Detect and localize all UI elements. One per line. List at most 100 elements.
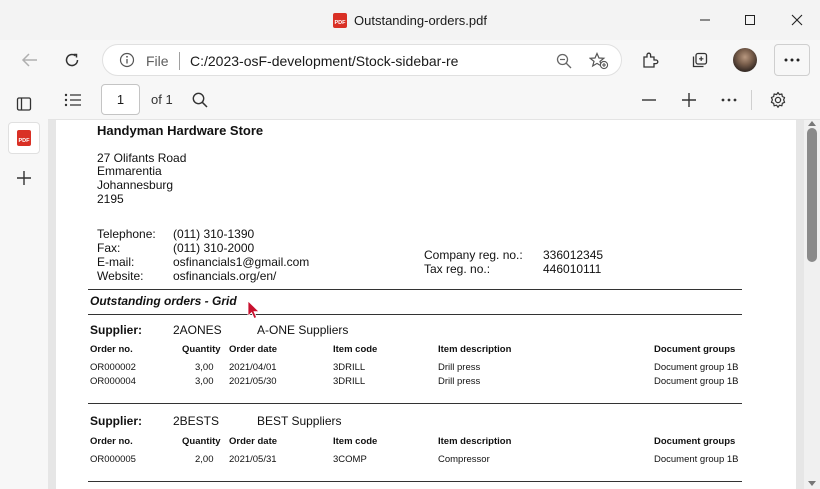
company-reg-value: 336012345	[543, 248, 604, 262]
order-no-cell: OR000004	[90, 376, 136, 387]
add-favorite-icon[interactable]	[588, 52, 609, 75]
gear-icon[interactable]	[766, 88, 790, 112]
zoom-in-button[interactable]	[677, 88, 701, 112]
tab-actions-icon[interactable]	[8, 88, 40, 120]
tax-reg-label: Tax reg. no.:	[424, 262, 491, 276]
document-group-cell: Document group 1B	[654, 376, 739, 387]
vertical-scrollbar[interactable]	[804, 120, 820, 489]
fax-value: (011) 310-2000	[173, 241, 255, 255]
scroll-up-arrow-icon[interactable]	[808, 120, 816, 126]
url-text[interactable]: C:/2023-osF-development/Stock-sidebar-re…	[190, 53, 458, 69]
col-order-date: Order date	[229, 344, 278, 355]
table-of-contents-icon[interactable]	[61, 88, 85, 112]
col-order-date: Order date	[229, 436, 278, 447]
address-bar[interactable]: File C:/2023-osF-development/Stock-sideb…	[102, 44, 622, 76]
divider-line	[88, 403, 742, 404]
close-window-button[interactable]	[774, 0, 820, 40]
col-item-code: Item code	[333, 436, 378, 447]
supplier-name: BEST Suppliers	[257, 414, 342, 428]
file-scheme-label: File	[146, 53, 169, 69]
item-description-cell: Drill press	[438, 376, 481, 387]
telephone-label: Telephone:	[97, 227, 156, 241]
back-button[interactable]	[14, 44, 46, 76]
browser-toolbar: File C:/2023-osF-development/Stock-sideb…	[0, 40, 820, 80]
supplier-name: A-ONE Suppliers	[257, 323, 349, 337]
order-date-cell: 2021/05/30	[229, 376, 277, 387]
order-no-cell: OR000005	[90, 454, 136, 465]
supplier-label: Supplier:	[90, 323, 143, 337]
tab-pdf-document[interactable]: PDF	[8, 122, 40, 154]
item-description-cell: Compressor	[438, 454, 490, 465]
telephone-value: (011) 310-1390	[173, 227, 255, 241]
extensions-icon[interactable]	[634, 44, 666, 76]
email-label: E-mail:	[97, 255, 135, 269]
toolbar-divider	[751, 90, 752, 110]
col-item-description: Item description	[438, 344, 512, 355]
fax-label: Fax:	[97, 241, 121, 255]
page-total-label: of 1	[151, 92, 173, 107]
col-order-no: Order no.	[90, 344, 133, 355]
col-document-groups: Document groups	[654, 344, 736, 355]
vertical-tab-sidebar: PDF	[0, 80, 48, 489]
divider-line	[88, 314, 742, 315]
refresh-button[interactable]	[56, 44, 88, 76]
quantity-cell: 2,00	[195, 454, 214, 465]
website-value: osfinancials.org/en/	[173, 269, 277, 283]
address-line: 27 Olifants Road	[97, 151, 187, 165]
company-reg-label: Company reg. no.:	[424, 248, 523, 262]
info-icon[interactable]	[119, 52, 135, 73]
company-name: Handyman Hardware Store	[97, 123, 264, 138]
item-code-cell: 3DRILL	[333, 376, 366, 387]
maximize-button[interactable]	[727, 0, 773, 40]
new-tab-button[interactable]	[8, 162, 40, 194]
address-divider	[179, 52, 180, 70]
title-bar: PDF Outstanding-orders.pdf	[0, 0, 820, 40]
minimize-button[interactable]	[682, 0, 728, 40]
order-no-cell: OR000002	[90, 362, 136, 373]
tax-reg-value: 446010111	[543, 262, 602, 276]
search-icon[interactable]	[188, 88, 212, 112]
supplier-code: 2AONES	[173, 323, 222, 337]
pdf-page: Handyman Hardware Store 27 Olifants Road…	[56, 120, 796, 489]
order-date-cell: 2021/05/31	[229, 454, 277, 465]
supplier-code: 2BESTS	[173, 414, 220, 428]
website-label: Website:	[97, 269, 144, 283]
item-code-cell: 3DRILL	[333, 362, 366, 373]
pdf-viewer[interactable]: Handyman Hardware Store 27 Olifants Road…	[48, 120, 804, 489]
page-number-input[interactable]: 1	[101, 84, 140, 115]
pdf-tab-icon: PDF	[17, 130, 31, 146]
settings-more-button[interactable]	[774, 44, 810, 76]
col-document-groups: Document groups	[654, 436, 736, 447]
email-value: osfinancials1@gmail.com	[173, 255, 310, 269]
col-item-code: Item code	[333, 344, 378, 355]
col-quantity: Quantity	[182, 344, 221, 355]
col-quantity: Quantity	[182, 436, 221, 447]
zoom-out-button[interactable]	[637, 88, 661, 112]
document-group-cell: Document group 1B	[654, 362, 739, 373]
more-options-icon[interactable]	[717, 88, 741, 112]
scrollbar-thumb[interactable]	[807, 128, 817, 262]
document-group-cell: Document group 1B	[654, 454, 739, 465]
divider-line	[88, 289, 742, 290]
pdf-toolbar: 1 of 1	[48, 80, 820, 120]
quantity-cell: 3,00	[195, 376, 214, 387]
order-date-cell: 2021/04/01	[229, 362, 277, 373]
scroll-down-arrow-icon[interactable]	[808, 481, 816, 487]
address-line: Emmarentia	[97, 164, 162, 178]
divider-line	[88, 481, 742, 482]
profile-avatar[interactable]	[729, 44, 761, 76]
address-line: Johannesburg	[97, 178, 174, 192]
supplier-label: Supplier:	[90, 414, 143, 428]
collections-icon[interactable]	[684, 44, 716, 76]
report-title: Outstanding orders - Grid	[90, 294, 237, 308]
zoom-out-icon[interactable]	[555, 52, 573, 75]
quantity-cell: 3,00	[195, 362, 214, 373]
mouse-cursor-icon	[247, 300, 261, 325]
item-description-cell: Drill press	[438, 362, 481, 373]
col-order-no: Order no.	[90, 436, 133, 447]
window-title: Outstanding-orders.pdf	[354, 12, 487, 28]
address-line: 2195	[97, 192, 124, 206]
pdf-file-icon: PDF	[333, 12, 348, 28]
col-item-description: Item description	[438, 436, 512, 447]
item-code-cell: 3COMP	[333, 454, 367, 465]
